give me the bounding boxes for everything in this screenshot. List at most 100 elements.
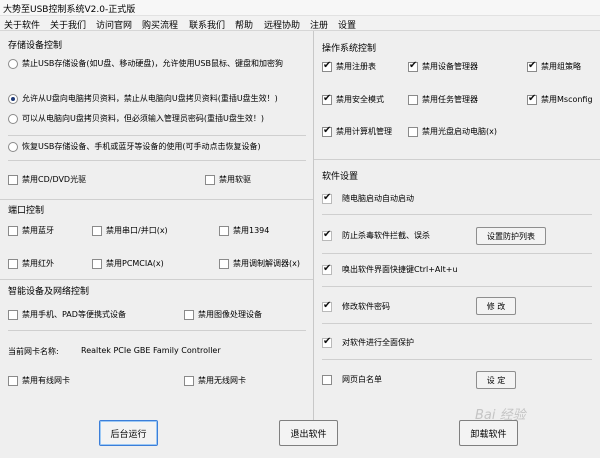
web-whitelist-checkbox[interactable]: 网页白名单 (322, 374, 382, 385)
disable-1394-checkbox[interactable]: 禁用1394 (219, 225, 269, 236)
disable-msconfig-checkbox[interactable]: 禁用Msconfig (527, 93, 593, 105)
checkbox-label: 禁用1394 (233, 226, 270, 235)
menu-contact[interactable]: 联系我们 (189, 18, 225, 31)
checkbox[interactable] (184, 309, 194, 320)
menu-settings[interactable]: 设置 (338, 18, 356, 31)
disable-modem-checkbox[interactable]: 禁用调制解调器(x) (219, 258, 300, 269)
checkbox[interactable] (219, 258, 229, 269)
storage-option-block-usb[interactable]: 禁止USB存储设备(如U盘、移动硬盘)，允许使用USB鼠标、键盘和加密狗 (8, 58, 283, 69)
hotkey-checkbox[interactable]: 唤出软件界面快捷键Ctrl+Alt+u (322, 263, 458, 275)
menu-help[interactable]: 帮助 (235, 18, 253, 31)
disable-infrared-checkbox[interactable]: 禁用红外 (8, 258, 54, 269)
disable-pcmcia-checkbox[interactable]: 禁用PCMCIA(x) (92, 258, 164, 269)
autostart-checkbox[interactable]: 随电脑启动自动启动 (322, 192, 414, 204)
watermark-text: Bai 经验 (475, 408, 526, 423)
checkbox[interactable] (322, 192, 332, 204)
checkbox[interactable] (408, 94, 418, 105)
radio-button[interactable] (8, 58, 18, 69)
checkbox[interactable] (8, 258, 18, 269)
checkbox[interactable] (322, 263, 332, 275)
checkbox-label: 禁用CD/DVD光驱 (22, 175, 87, 184)
anti-kill-checkbox[interactable]: 防止杀毒软件拦截、误杀 (322, 229, 430, 241)
divider (8, 135, 306, 136)
checkbox[interactable] (219, 225, 229, 236)
disable-cd-boot-checkbox[interactable]: 禁用光盘启动电脑(x) (408, 126, 497, 137)
disable-phone-checkbox[interactable]: 禁用手机、PAD等便携式设备 (8, 309, 126, 320)
menu-register[interactable]: 注册 (310, 18, 328, 31)
set-protection-list-button[interactable]: 设置防护列表 (476, 227, 546, 245)
divider (322, 323, 592, 324)
change-password-checkbox[interactable]: 修改软件密码 (322, 300, 390, 312)
checkbox[interactable] (322, 93, 332, 105)
checkbox-label: 修改软件密码 (342, 302, 390, 311)
checkbox[interactable] (8, 309, 18, 320)
checkbox-label: 禁用组策略 (541, 62, 581, 71)
checkbox-label: 禁用光盘启动电脑(x) (422, 127, 497, 136)
disable-cd-checkbox[interactable]: 禁用CD/DVD光驱 (8, 174, 86, 185)
option-label: 恢复USB存储设备、手机或蓝牙等设备的使用(可手动点击恢复设备) (22, 142, 261, 151)
checkbox[interactable] (8, 174, 18, 185)
checkbox-label: 随电脑启动自动启动 (342, 194, 414, 203)
option-label: 禁止USB存储设备(如U盘、移动硬盘)，允许使用USB鼠标、键盘和加密狗 (22, 59, 283, 68)
disable-safe-mode-checkbox[interactable]: 禁用安全模式 (322, 93, 384, 105)
menu-about-software[interactable]: 关于软件 (4, 18, 40, 31)
change-password-button[interactable]: 修 改 (476, 297, 516, 315)
checkbox[interactable] (92, 258, 102, 269)
radio-button[interactable] (8, 113, 18, 124)
checkbox[interactable] (8, 375, 18, 386)
checkbox[interactable] (527, 60, 537, 72)
nic-name-value: Realtek PCIe GBE Family Controller (81, 346, 221, 355)
uninstall-software-button[interactable]: 卸载软件 (459, 420, 518, 446)
storage-option-restore[interactable]: 恢复USB存储设备、手机或蓝牙等设备的使用(可手动点击恢复设备) (8, 141, 261, 152)
disable-floppy-checkbox[interactable]: 禁用软驱 (205, 174, 251, 185)
option-label: 允许从U盘向电脑拷贝资料，禁止从电脑向U盘拷贝资料(重插U盘生效！) (22, 94, 278, 103)
set-whitelist-button[interactable]: 设 定 (476, 371, 516, 389)
divider (0, 279, 313, 280)
disable-wireless-nic-checkbox[interactable]: 禁用无线网卡 (184, 375, 246, 386)
checkbox[interactable] (322, 125, 332, 137)
checkbox[interactable] (322, 336, 332, 348)
run-background-button[interactable]: 后台运行 (99, 420, 158, 446)
divider (8, 160, 306, 161)
checkbox-label: 禁用PCMCIA(x) (106, 259, 164, 268)
menu-about-us[interactable]: 关于我们 (50, 18, 86, 31)
divider (322, 214, 592, 215)
radio-button[interactable] (8, 141, 18, 152)
storage-option-readonly[interactable]: 允许从U盘向电脑拷贝资料，禁止从电脑向U盘拷贝资料(重插U盘生效！) (8, 93, 278, 104)
port-section-title: 端口控制 (8, 206, 45, 216)
checkbox[interactable] (184, 375, 194, 386)
checkbox[interactable] (322, 300, 332, 312)
checkbox[interactable] (527, 93, 537, 105)
checkbox-label: 网页白名单 (342, 375, 382, 384)
disable-computer-management-checkbox[interactable]: 禁用计算机管理 (322, 125, 392, 137)
disable-serial-checkbox[interactable]: 禁用串口/并口(x) (92, 225, 168, 236)
disable-wired-nic-checkbox[interactable]: 禁用有线网卡 (8, 375, 70, 386)
checkbox[interactable] (408, 126, 418, 137)
disable-imaging-checkbox[interactable]: 禁用图像处理设备 (184, 309, 262, 320)
menu-purchase[interactable]: 购买流程 (142, 18, 178, 31)
full-protection-checkbox[interactable]: 对软件进行全面保护 (322, 336, 414, 348)
disable-task-manager-checkbox[interactable]: 禁用任务管理器 (408, 94, 478, 105)
divider (314, 159, 600, 160)
checkbox[interactable] (322, 229, 332, 241)
disable-registry-checkbox[interactable]: 禁用注册表 (322, 60, 376, 72)
menu-visit-site[interactable]: 访问官网 (96, 18, 132, 31)
storage-section-title: 存储设备控制 (8, 41, 63, 51)
checkbox[interactable] (8, 225, 18, 236)
checkbox-label: 防止杀毒软件拦截、误杀 (342, 231, 430, 240)
checkbox-label: 禁用设备管理器 (422, 62, 478, 71)
exit-software-button[interactable]: 退出软件 (279, 420, 338, 446)
checkbox[interactable] (92, 225, 102, 236)
checkbox-label: 禁用手机、PAD等便携式设备 (22, 310, 126, 319)
radio-button[interactable] (8, 93, 18, 104)
disable-device-manager-checkbox[interactable]: 禁用设备管理器 (408, 60, 478, 72)
checkbox[interactable] (408, 60, 418, 72)
checkbox[interactable] (205, 174, 215, 185)
disable-group-policy-checkbox[interactable]: 禁用组策略 (527, 60, 581, 72)
checkbox[interactable] (322, 374, 332, 385)
divider (8, 330, 306, 331)
checkbox[interactable] (322, 60, 332, 72)
storage-option-password[interactable]: 可以从电脑向U盘拷贝资料，但必须输入管理员密码(重插U盘生效！) (8, 113, 264, 124)
menu-remote-assist[interactable]: 远程协助 (264, 18, 300, 31)
disable-bluetooth-checkbox[interactable]: 禁用蓝牙 (8, 225, 54, 236)
